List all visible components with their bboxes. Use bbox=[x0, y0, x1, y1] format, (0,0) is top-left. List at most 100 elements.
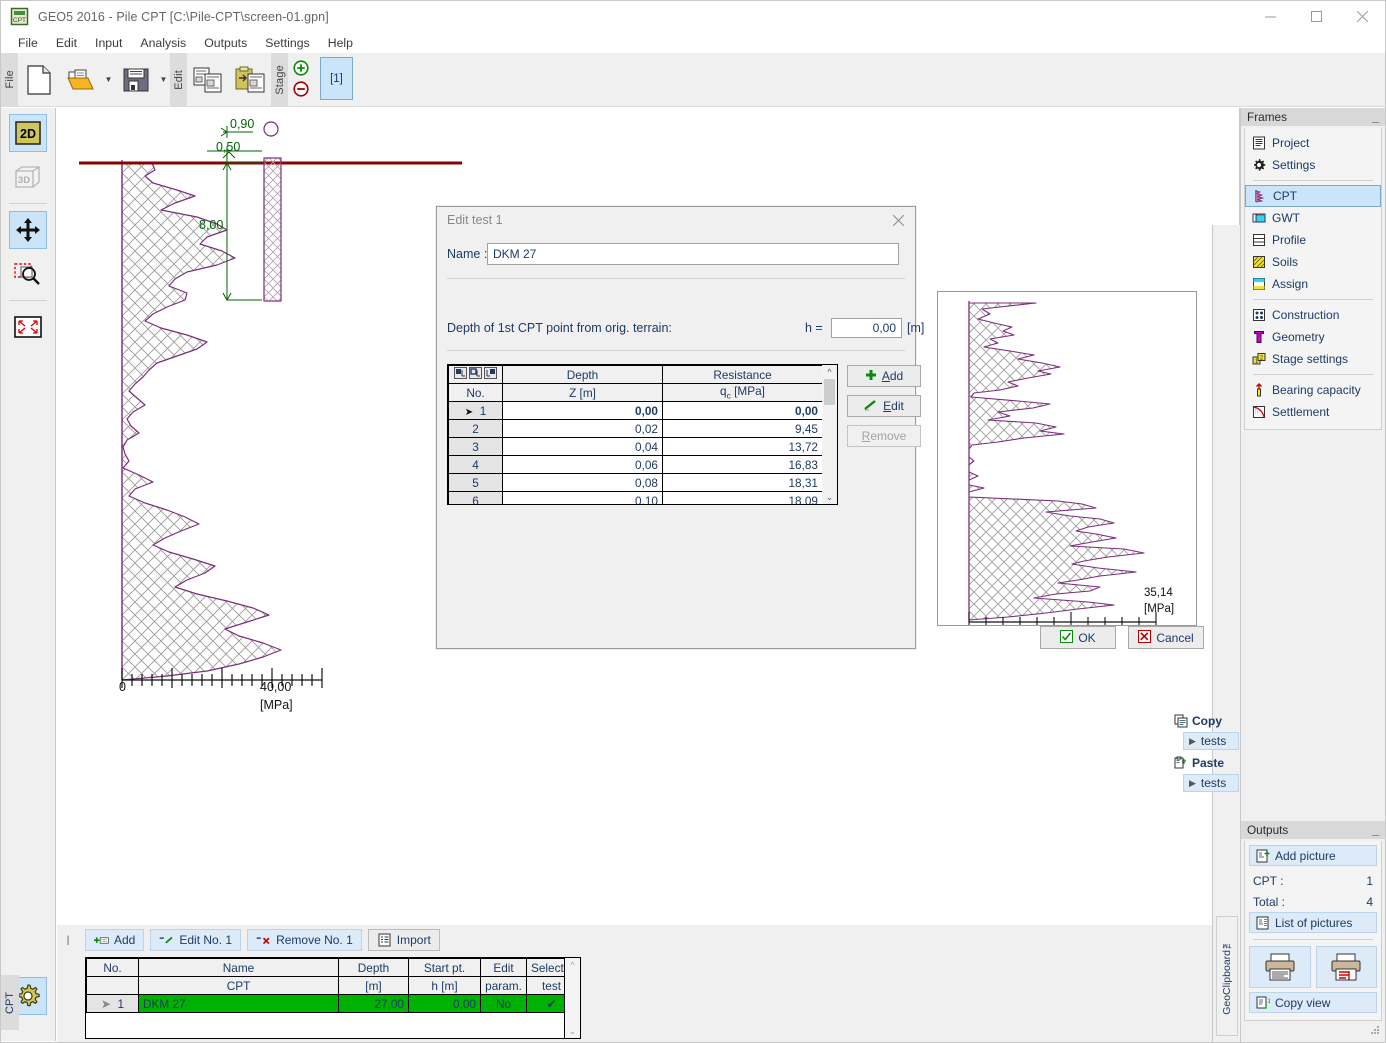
axis-unit-label: [MPa] bbox=[260, 698, 293, 712]
toolbar-group-stage: Stage bbox=[271, 53, 288, 106]
sidebar-item-gwt[interactable]: GWT bbox=[1245, 207, 1381, 229]
menu-settings[interactable]: Settings bbox=[256, 34, 318, 52]
menu-outputs[interactable]: Outputs bbox=[195, 34, 256, 52]
panel-drag-handle[interactable]: | bbox=[65, 929, 71, 951]
maximize-icon[interactable] bbox=[1293, 1, 1339, 32]
table-row[interactable]: 60,1018,09 bbox=[449, 492, 823, 506]
name-input[interactable]: DKM 27 bbox=[487, 243, 899, 265]
h-input[interactable]: 0,00 bbox=[831, 318, 902, 338]
row-depth-cell: 0,02 bbox=[503, 420, 663, 438]
header-startpt: Start pt. bbox=[409, 959, 481, 977]
paste-tests-button[interactable]: ▶ tests bbox=[1183, 774, 1239, 792]
copy-view-button[interactable]: 1 Copy view bbox=[1249, 992, 1377, 1013]
paste-action[interactable]: Paste bbox=[1173, 754, 1239, 772]
print-button[interactable] bbox=[1249, 946, 1311, 988]
scroll-down-icon[interactable]: ⌄ bbox=[826, 490, 834, 504]
resize-grip[interactable] bbox=[1369, 1024, 1381, 1039]
minimize-icon[interactable] bbox=[1247, 1, 1293, 32]
paste-clipboard-icon[interactable] bbox=[229, 53, 271, 106]
pan-tool-button[interactable] bbox=[9, 211, 47, 249]
cpt-tests-toolbar: Add Edit No. 1 bbox=[57, 925, 1240, 951]
sidebar-item-soils[interactable]: Soils bbox=[1245, 251, 1381, 273]
sidebar-item-project[interactable]: Project bbox=[1245, 132, 1381, 154]
open-folder-icon[interactable] bbox=[60, 53, 102, 106]
sidebar-item-settlement[interactable]: Settlement bbox=[1245, 401, 1381, 423]
add-picture-button[interactable]: Add picture bbox=[1249, 845, 1377, 866]
scroll-down-icon[interactable]: ⌄ bbox=[569, 1024, 577, 1038]
table-subheader-row: CPT [m] h [m] param. test bbox=[87, 977, 566, 995]
dialog-edit-label: Edit bbox=[883, 399, 904, 413]
zoom-fit-tool-button[interactable] bbox=[9, 308, 47, 346]
points-subheader-row: No. Z [m] qc [MPa] bbox=[449, 384, 823, 402]
outputs-title: Outputs bbox=[1247, 823, 1288, 837]
side-tab-cpt[interactable]: CPT bbox=[1, 975, 19, 1030]
insert-row-icon[interactable] bbox=[454, 367, 467, 382]
sidebar-item-geometry[interactable]: Geometry bbox=[1245, 326, 1381, 348]
save-dropdown-arrow-icon[interactable]: ▼ bbox=[157, 53, 170, 106]
import-button[interactable]: Import bbox=[368, 929, 440, 951]
ok-button[interactable]: OK bbox=[1040, 626, 1116, 649]
menu-help[interactable]: Help bbox=[319, 34, 362, 52]
sidebar-item-stage-settings[interactable]: 12 Stage settings bbox=[1245, 348, 1381, 370]
dialog-remove-button: Remove bbox=[847, 425, 921, 447]
sidebar-item-label: GWT bbox=[1272, 211, 1300, 225]
scroll-up-icon[interactable]: ^ bbox=[570, 958, 574, 972]
divider-1 bbox=[447, 278, 905, 279]
table-row[interactable]: 50,0818,31 bbox=[449, 474, 823, 492]
sidebar-item-label: Construction bbox=[1272, 308, 1339, 322]
copy-documents-icon[interactable] bbox=[187, 53, 229, 106]
copy-tests-button[interactable]: ▶ tests bbox=[1183, 732, 1239, 750]
table-row[interactable]: ➤ 1 DKM 27 27,00 0,00 No ✔ bbox=[87, 995, 566, 1013]
menu-input[interactable]: Input bbox=[86, 34, 131, 52]
sidebar-item-assign[interactable]: Assign bbox=[1245, 273, 1381, 295]
menu-file[interactable]: File bbox=[9, 34, 47, 52]
import-rows-icon[interactable] bbox=[484, 367, 497, 382]
sidebar-item-profile[interactable]: Profile bbox=[1245, 229, 1381, 251]
view-2d-button[interactable]: 2D bbox=[9, 114, 47, 152]
cancel-button[interactable]: Cancel bbox=[1128, 626, 1204, 649]
dialog-add-button[interactable]: Add bbox=[847, 365, 921, 387]
new-document-icon[interactable] bbox=[18, 53, 60, 106]
remove-test-button[interactable]: Remove No. 1 bbox=[247, 929, 362, 951]
sidebar-item-construction[interactable]: Construction bbox=[1245, 304, 1381, 326]
cpt-tests-scrollbar[interactable]: ^ ⌄ bbox=[565, 957, 581, 1039]
menu-edit[interactable]: Edit bbox=[47, 34, 86, 52]
table-row[interactable]: ➤ 10,000,00 bbox=[449, 402, 823, 420]
duplicate-row-icon[interactable] bbox=[469, 367, 482, 382]
dialog-edit-button[interactable]: Edit bbox=[847, 395, 921, 417]
minus-circle-icon[interactable] bbox=[293, 81, 309, 100]
table-row[interactable]: 30,0413,72 bbox=[449, 438, 823, 456]
table-header-row: No. Name Depth Start pt. Edit Selected bbox=[87, 959, 566, 977]
plus-circle-icon[interactable] bbox=[293, 60, 309, 79]
sidebar-item-label: Assign bbox=[1272, 277, 1308, 291]
scrollbar-thumb[interactable] bbox=[824, 379, 835, 405]
close-icon[interactable] bbox=[885, 209, 911, 231]
copy-action[interactable]: Copy bbox=[1173, 712, 1239, 730]
table-row[interactable]: 40,0616,83 bbox=[449, 456, 823, 474]
view-3d-button[interactable]: 3D bbox=[9, 158, 47, 196]
dialog-remove-label: Remove bbox=[862, 429, 907, 443]
print-doc-button[interactable] bbox=[1316, 946, 1378, 988]
sidebar-item-bearing-capacity[interactable]: Bearing capacity bbox=[1245, 379, 1381, 401]
add-test-button[interactable]: Add bbox=[85, 929, 144, 951]
sidebar-item-settings[interactable]: Settings bbox=[1245, 154, 1381, 176]
menu-analysis[interactable]: Analysis bbox=[131, 34, 195, 52]
stage-tab-1[interactable]: [1] bbox=[320, 57, 353, 100]
save-floppy-icon[interactable] bbox=[115, 53, 157, 106]
close-icon[interactable] bbox=[1339, 1, 1385, 32]
dimension-top-label: 0,90 bbox=[230, 117, 254, 131]
zoom-window-tool-button[interactable] bbox=[9, 255, 47, 293]
points-table-scrollbar[interactable]: ^ ⌄ bbox=[822, 364, 838, 505]
open-dropdown-arrow-icon[interactable]: ▼ bbox=[102, 53, 115, 106]
scroll-up-icon[interactable]: ^ bbox=[827, 365, 831, 379]
table-row[interactable]: 20,029,45 bbox=[449, 420, 823, 438]
stage-settings-icon: 12 bbox=[1251, 352, 1266, 367]
list-of-pictures-button[interactable]: List of pictures bbox=[1249, 912, 1377, 933]
collapse-icon[interactable]: _ bbox=[1372, 113, 1379, 121]
edit-test-button[interactable]: Edit No. 1 bbox=[150, 929, 241, 951]
cpt-tests-panel: | Add bbox=[57, 925, 1240, 1042]
sidebar-item-cpt[interactable]: CPT bbox=[1245, 185, 1381, 207]
collapse-icon[interactable]: _ bbox=[1372, 826, 1379, 834]
total-count-row: Total : 4 bbox=[1249, 891, 1377, 912]
row-name: DKM 27 bbox=[139, 995, 339, 1013]
